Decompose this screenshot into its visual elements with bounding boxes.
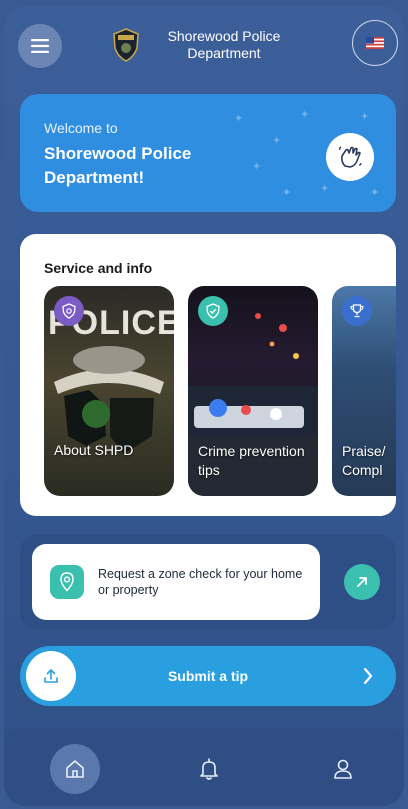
star-decoration: ✦ <box>300 108 310 121</box>
card-icon-badge <box>342 296 372 326</box>
us-flag-icon <box>366 37 384 49</box>
police-badge-icon <box>62 303 76 319</box>
section-heading: Service and info <box>44 260 153 276</box>
waving-hand-icon <box>339 146 362 168</box>
nav-profile[interactable] <box>318 744 368 794</box>
app-screen: Shorewood Police Department ✦ ✦ ✦ ✦ ✦ ✦ … <box>4 6 404 806</box>
card-label: Praise/ Compl <box>342 443 386 478</box>
service-card-about[interactable]: POLICE About SHPD <box>44 286 174 496</box>
zone-check-card[interactable]: Request a zone check for your home or pr… <box>32 544 320 620</box>
welcome-title: Shorewood Police Department! <box>44 144 192 187</box>
star-decoration: ✦ <box>370 186 380 199</box>
zone-check-section: Request a zone check for your home or pr… <box>20 534 396 630</box>
header: Shorewood Police Department <box>4 6 404 78</box>
arrow-up-right-icon <box>357 577 367 587</box>
user-icon <box>334 759 352 779</box>
title-line-1: Shorewood Police <box>167 28 281 44</box>
card-icon-badge <box>54 296 84 326</box>
submit-tip-label: Submit a tip <box>167 668 249 684</box>
service-and-info-section: Service and info POLICE About SHPD Crime… <box>20 234 396 516</box>
title-line-2: Department <box>187 45 261 61</box>
chevron-right-icon <box>363 667 373 685</box>
welcome-subtitle: Welcome to <box>44 120 118 136</box>
bottom-navigation <box>4 728 404 806</box>
star-decoration: ✦ <box>282 186 292 199</box>
welcome-card: ✦ ✦ ✦ ✦ ✦ ✦ ✦ ✦ Welcome to Shorewood Pol… <box>20 94 396 212</box>
nav-home[interactable] <box>50 744 100 794</box>
police-badge-logo <box>113 28 139 62</box>
nav-notifications[interactable] <box>184 744 234 794</box>
trophy-icon <box>350 304 364 318</box>
language-button[interactable] <box>352 20 398 66</box>
zone-icon-tile <box>50 565 84 599</box>
menu-button[interactable] <box>18 24 62 68</box>
zone-check-text: Request a zone check for your home or pr… <box>98 567 303 597</box>
upload-icon-circle <box>26 651 76 701</box>
star-decoration: ✦ <box>320 182 330 195</box>
star-decoration: ✦ <box>360 110 370 123</box>
submit-tip-button[interactable]: Submit a tip <box>20 646 396 706</box>
shield-check-icon <box>206 303 220 319</box>
location-pin-icon <box>60 572 74 592</box>
hamburger-menu-icon <box>31 39 49 53</box>
service-card-praise-complaint[interactable]: Praise/ Compl <box>332 286 396 496</box>
wave-badge <box>326 133 374 181</box>
upload-icon <box>44 669 58 683</box>
card-label: Crime prevention tips <box>198 443 305 478</box>
zone-check-arrow-button[interactable] <box>344 564 380 600</box>
card-icon-badge <box>198 296 228 326</box>
star-decoration: ✦ <box>234 112 244 125</box>
home-icon <box>66 760 84 778</box>
app-title: Shorewood Police Department <box>154 28 294 62</box>
bell-icon <box>200 758 218 780</box>
card-label: About SHPD <box>54 442 134 458</box>
service-card-crime-prevention[interactable]: Crime prevention tips <box>188 286 318 496</box>
